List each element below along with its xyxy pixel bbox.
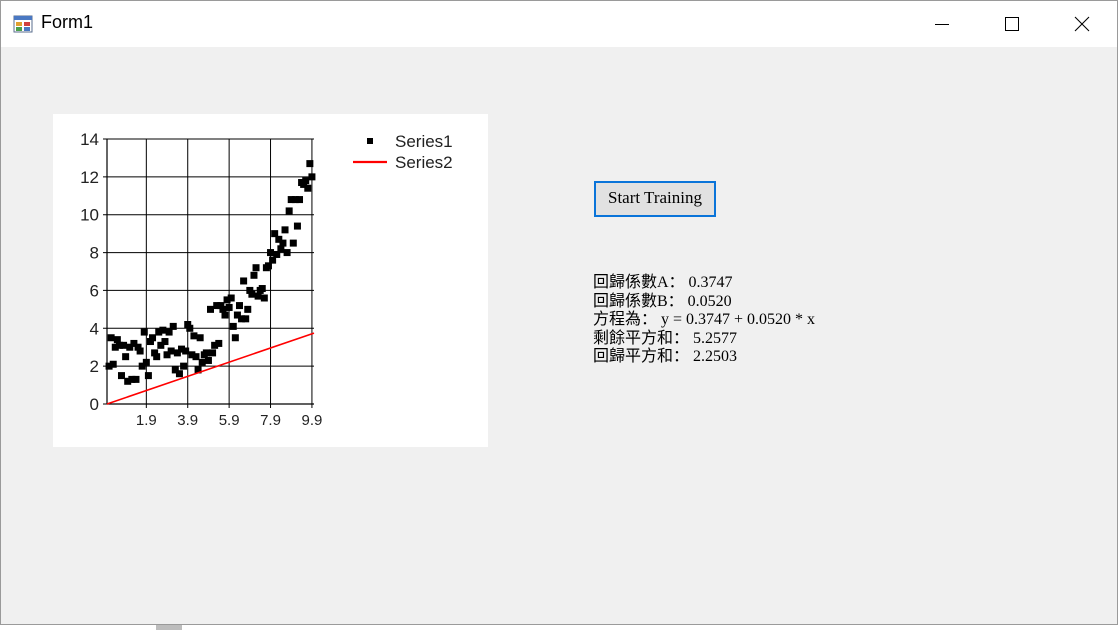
series1-point xyxy=(153,353,161,361)
series1-point xyxy=(117,372,125,380)
legend-label: Series2 xyxy=(395,153,453,172)
series1-point xyxy=(240,277,248,285)
series1-point xyxy=(258,285,266,293)
x-tick-label: 3.9 xyxy=(177,412,198,429)
series1-point xyxy=(161,338,169,346)
series2-regression-line xyxy=(106,332,315,405)
series1-point xyxy=(293,222,301,230)
series1-point xyxy=(279,239,287,247)
series1-point xyxy=(107,334,115,342)
series1-point xyxy=(207,305,214,313)
regression-sum-squares-text: 回歸平方和： 2.2503 xyxy=(593,348,738,365)
series1-point xyxy=(250,271,258,279)
coefficient-a-text: 回歸係數A： 0.3747 xyxy=(593,274,733,291)
series1-point xyxy=(132,375,140,383)
x-tick-label: 7.9 xyxy=(260,412,281,429)
series1-point xyxy=(175,370,183,378)
series1-point xyxy=(242,315,250,323)
series1-point xyxy=(281,226,289,234)
window-title: Form1 xyxy=(41,12,94,32)
scatter-chart: 0 2 4 6 8 10 12 14 1.9 3.9 5.9 7.9 9.9 Series1 Series2 xyxy=(80,130,453,429)
series1-point xyxy=(221,311,229,319)
y-tick-label: 4 xyxy=(90,319,99,338)
series1-point xyxy=(225,303,233,311)
series1-point xyxy=(283,249,291,257)
equation-text: 方程為： y = 0.3747 + 0.0520 * x xyxy=(593,311,816,328)
maximize-icon xyxy=(1005,17,1019,31)
series1-point xyxy=(169,322,177,330)
x-tick-label: 1.9 xyxy=(136,412,157,429)
series1-point xyxy=(140,328,148,336)
series1-point xyxy=(192,353,200,361)
series1-point xyxy=(180,362,188,370)
coefficient-b-text: 回歸係數B： 0.0520 xyxy=(593,292,732,310)
chart-panel: 0 2 4 6 8 10 12 14 1.9 3.9 5.9 7.9 9.9 Series1 Series2 xyxy=(53,114,488,447)
series1-point xyxy=(196,334,204,342)
series1-point xyxy=(235,302,243,310)
series1-point xyxy=(248,290,256,298)
y-tick-label: 6 xyxy=(90,281,99,300)
series1-point xyxy=(302,177,310,185)
series1-point xyxy=(289,239,297,247)
y-tick-label: 14 xyxy=(80,130,99,149)
taskbar-fragment xyxy=(156,625,182,630)
close-button[interactable] xyxy=(1047,1,1117,47)
series1-point xyxy=(260,294,268,302)
title-bar[interactable]: Form1 xyxy=(1,1,1117,47)
series1-point xyxy=(167,347,175,355)
series1-point xyxy=(186,324,194,332)
legend-label: Series1 xyxy=(395,132,453,151)
x-tick-label: 9.9 xyxy=(302,412,323,429)
series1-point xyxy=(296,196,304,204)
series1-point xyxy=(159,326,167,334)
y-tick-label: 0 xyxy=(90,395,99,414)
series1-point xyxy=(144,372,152,380)
series1-point xyxy=(215,339,223,347)
close-icon xyxy=(1074,16,1090,32)
minimize-button[interactable] xyxy=(907,1,977,47)
series1-point xyxy=(122,353,130,361)
series1-point xyxy=(306,160,314,168)
maximize-button[interactable] xyxy=(977,1,1047,47)
series1-point xyxy=(204,356,212,364)
minimize-icon xyxy=(935,24,949,25)
series1-point xyxy=(209,349,217,357)
series1-point xyxy=(142,358,150,366)
series1-point xyxy=(252,264,260,272)
series1-point xyxy=(304,184,312,192)
y-tick-label: 12 xyxy=(80,168,99,187)
series1-point xyxy=(227,294,235,302)
series1-point xyxy=(244,305,252,313)
regression-results: 回歸係數A： 0.3747 回歸係數B： 0.0520 方程為： y = 0.3… xyxy=(593,274,893,367)
start-training-button[interactable]: Start Training xyxy=(594,181,716,217)
series1-point xyxy=(190,332,198,340)
x-tick-label: 5.9 xyxy=(219,412,240,429)
form-app-icon xyxy=(13,15,33,33)
series1-point xyxy=(136,347,144,355)
series1-point xyxy=(229,322,237,330)
y-tick-label: 10 xyxy=(80,206,99,225)
app-window: Form1 0 2 4 6 8 10 12 14 1.9 3.9 5.9 7.9 9.9 Series1 S… xyxy=(0,0,1118,625)
y-tick-label: 8 xyxy=(90,244,99,263)
series1-point xyxy=(267,249,275,257)
y-tick-label: 2 xyxy=(90,357,99,376)
series1-point xyxy=(109,360,117,368)
series1-point xyxy=(149,334,157,342)
residual-sum-squares-text: 剩餘平方和： 5.2577 xyxy=(593,329,738,347)
series1-point xyxy=(198,358,206,366)
series1-point xyxy=(231,334,239,342)
series1-point xyxy=(285,207,293,215)
start-training-label: Start Training xyxy=(608,188,702,207)
series1-point xyxy=(202,349,210,357)
series1-point xyxy=(120,341,128,349)
legend-marker-series1 xyxy=(367,138,373,144)
series1-point xyxy=(182,347,190,355)
series1-point xyxy=(308,173,316,181)
